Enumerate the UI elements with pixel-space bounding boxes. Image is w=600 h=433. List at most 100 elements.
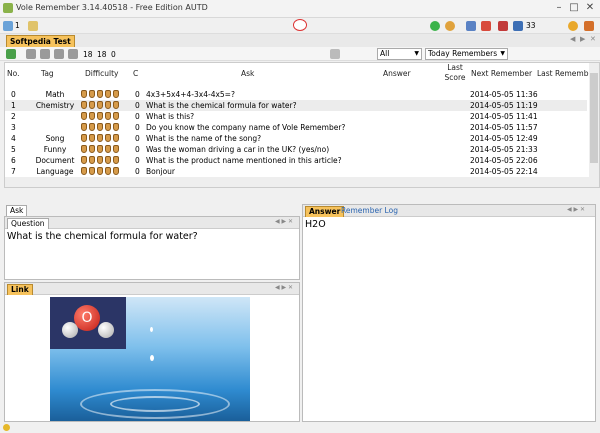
- vertical-scrollbar[interactable]: [589, 63, 599, 187]
- cell-tag: Document: [35, 156, 75, 165]
- difficulty-icon: [113, 134, 119, 142]
- library-icon[interactable]: [3, 21, 13, 31]
- tab-remember-log[interactable]: Remember Log: [341, 206, 398, 215]
- close-icon[interactable]: ✕: [584, 2, 596, 14]
- category-select[interactable]: All ▼: [377, 48, 422, 60]
- difficulty-icon: [97, 123, 103, 131]
- cell-no: 6: [11, 156, 16, 165]
- table-row[interactable]: 6 Document 0 What is the product name menti…: [5, 155, 587, 166]
- badge-count: 33: [526, 21, 536, 30]
- tab-question[interactable]: Question: [7, 218, 49, 229]
- col-header-no[interactable]: No.: [7, 69, 19, 78]
- difficulty-icon: [97, 101, 103, 109]
- shield-icon[interactable]: [498, 21, 508, 31]
- table-row[interactable]: 1 Chemistry 0 What is the chemical formula …: [5, 100, 587, 111]
- difficulty-icon: [89, 101, 95, 109]
- menu-icon[interactable]: [28, 21, 38, 31]
- difficulty-icon: [97, 90, 103, 98]
- col-header-last-score[interactable]: Last Score: [441, 63, 469, 83]
- panel-scroll-icon[interactable]: ◀ ▶ ✕: [275, 284, 293, 291]
- edit-item-icon[interactable]: [26, 49, 36, 59]
- difficulty-icon: [81, 90, 87, 98]
- cell-tag: Chemistry: [35, 101, 75, 110]
- cell-no: 1: [11, 101, 16, 110]
- count-due: 18: [97, 50, 107, 59]
- table-row[interactable]: 2 0 What is this? 2014-05-05 11:41: [5, 111, 587, 122]
- new-item-icon[interactable]: [6, 49, 16, 59]
- difficulty-icon: [105, 134, 111, 142]
- tab-softpedia-test[interactable]: Softpedia Test: [6, 35, 75, 47]
- cell-next: 2014-05-05 21:33: [470, 145, 538, 154]
- water-ripple: [110, 396, 200, 412]
- water-image: O: [50, 297, 250, 421]
- col-header-tag[interactable]: Tag: [41, 69, 54, 78]
- category-select-value: All: [380, 49, 390, 58]
- find-item-icon[interactable]: [68, 49, 78, 59]
- difficulty-icon: [97, 112, 103, 120]
- col-header-difficulty[interactable]: Difficulty: [85, 69, 118, 78]
- coin-icon[interactable]: [568, 21, 578, 31]
- table-row[interactable]: 7 Language 0 Bonjour 2014-05-05 22:14: [5, 166, 587, 177]
- copy-item-icon[interactable]: [40, 49, 50, 59]
- medal-icon[interactable]: [445, 21, 455, 31]
- difficulty-icon: [105, 167, 111, 175]
- answer-text[interactable]: H2O: [303, 217, 595, 232]
- col-header-last-remember[interactable]: Last Remember: [537, 69, 596, 78]
- col-header-ask[interactable]: Ask: [241, 69, 254, 78]
- col-header-answer[interactable]: Answer: [383, 69, 411, 78]
- flag-icon[interactable]: [481, 21, 491, 31]
- settings-icon[interactable]: [584, 21, 594, 31]
- tab-link[interactable]: Link: [7, 284, 33, 295]
- difficulty-icon: [97, 145, 103, 153]
- filter-icon[interactable]: [330, 49, 340, 59]
- tools-icon[interactable]: [466, 21, 476, 31]
- water-drop: [150, 355, 154, 361]
- difficulty-icon: [113, 156, 119, 164]
- cell-ask: What is the product name mentioned in th…: [146, 156, 342, 165]
- maximize-icon[interactable]: □: [568, 2, 580, 14]
- panel-scroll-icon[interactable]: ◀ ▶ ✕: [275, 218, 293, 225]
- question-grid[interactable]: No. Tag Difficulty C Ask Answer Last Sco…: [4, 62, 600, 188]
- tab-scroll-right-icon[interactable]: ▶: [580, 35, 585, 43]
- version-menu-label[interactable]: 1: [15, 21, 20, 30]
- horizontal-scrollbar[interactable]: [5, 177, 589, 187]
- tab-scroll-left-icon[interactable]: ◀: [570, 35, 575, 43]
- tab-answer[interactable]: Answer: [305, 206, 345, 217]
- difficulty-icon: [89, 90, 95, 98]
- cell-c: 0: [135, 112, 140, 121]
- delete-item-icon[interactable]: [54, 49, 64, 59]
- col-header-c[interactable]: C: [133, 69, 138, 78]
- difficulty-icon: [89, 123, 95, 131]
- cell-tag: Funny: [43, 145, 67, 154]
- scrollbar-thumb[interactable]: [590, 73, 598, 163]
- table-row[interactable]: 5 Funny 0 Was the woman driving a car in th…: [5, 144, 587, 155]
- minimize-icon[interactable]: –: [553, 2, 565, 14]
- difficulty-icon: [105, 145, 111, 153]
- difficulty-icon: [81, 134, 87, 142]
- difficulty-icon: [105, 112, 111, 120]
- cell-c: 0: [135, 167, 140, 176]
- tab-strip: Softpedia Test ◀ ▶ ✕: [0, 34, 600, 47]
- schedule-select[interactable]: Today Remembers ▼: [425, 48, 508, 60]
- add-icon[interactable]: [430, 21, 440, 31]
- difficulty-icon: [97, 134, 103, 142]
- mail-icon[interactable]: [293, 19, 307, 31]
- cell-c: 0: [135, 123, 140, 132]
- table-row[interactable]: 4 Song 0 What is the name of the song? 2014-…: [5, 133, 587, 144]
- table-row[interactable]: 3 0 Do you know the company name of Vole R…: [5, 122, 587, 133]
- cell-tag: Math: [45, 90, 65, 99]
- cell-c: 0: [135, 156, 140, 165]
- question-text[interactable]: What is the chemical formula for water?: [5, 229, 299, 244]
- window-title: Vole Remember 3.14.40518 - Free Edition …: [16, 3, 208, 12]
- table-row[interactable]: 0 Math 0 4x3+5x4+4-3x4-4x5=? 2014-05-05 11:3…: [5, 89, 587, 100]
- cell-c: 0: [135, 90, 140, 99]
- tab-close-icon[interactable]: ✕: [590, 35, 596, 43]
- cell-no: 2: [11, 112, 16, 121]
- col-header-next-remember[interactable]: Next Remember: [471, 69, 532, 78]
- grid-icon[interactable]: [513, 21, 523, 31]
- tab-ask[interactable]: Ask: [6, 205, 28, 216]
- difficulty-icon: [113, 90, 119, 98]
- panel-scroll-icon[interactable]: ◀ ▶ ✕: [567, 206, 585, 213]
- status-icon: [3, 424, 10, 431]
- title-bar: Vole Remember 3.14.40518 - Free Edition …: [0, 0, 600, 18]
